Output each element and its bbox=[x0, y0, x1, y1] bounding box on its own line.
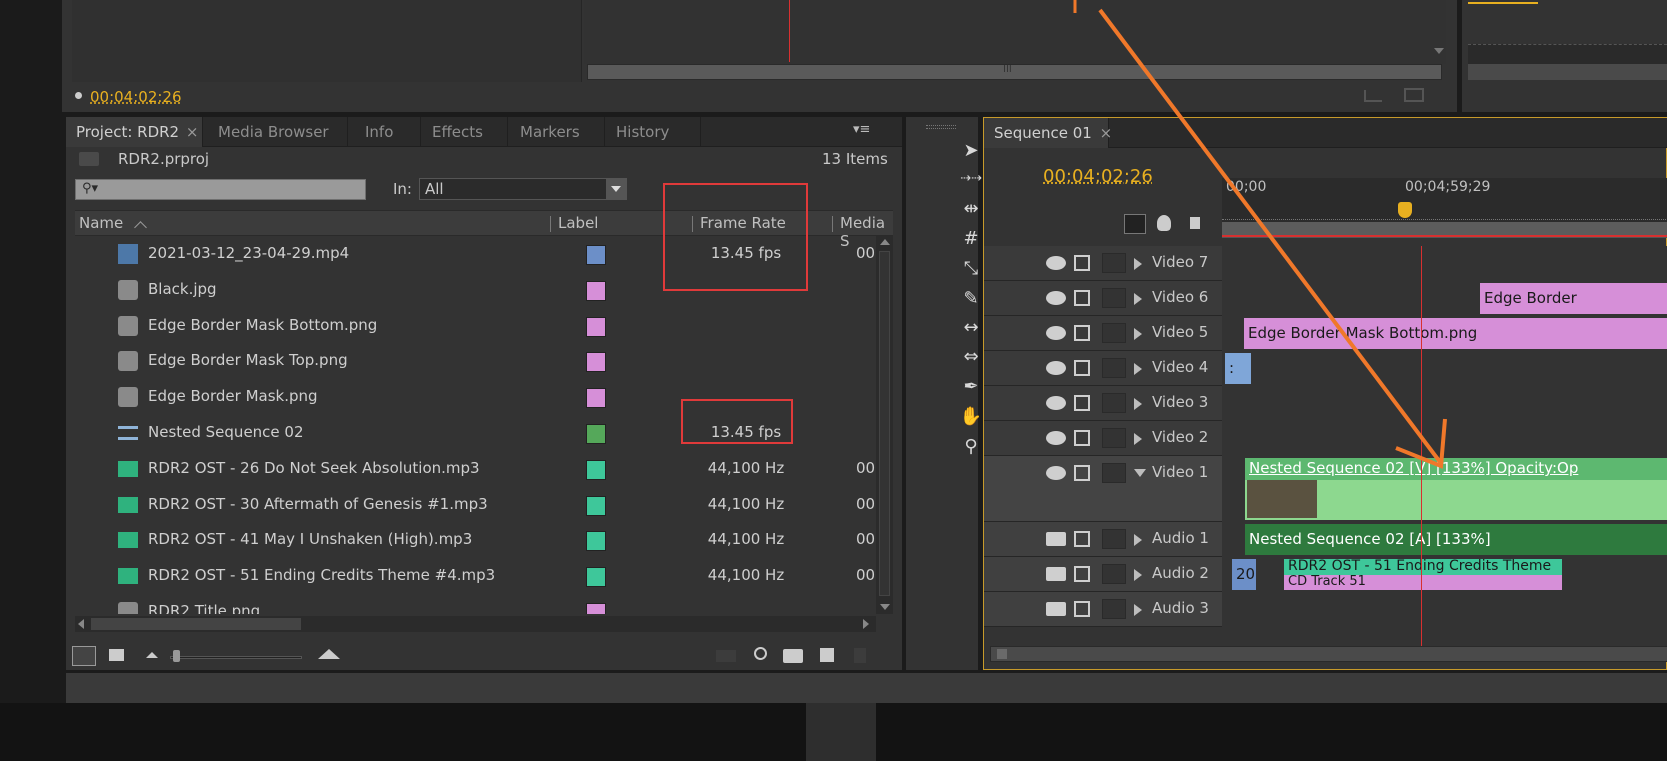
taskbar bbox=[0, 703, 1667, 761]
annotation-arrow bbox=[0, 0, 1667, 761]
status-strip bbox=[66, 673, 1667, 703]
arrow-shaft bbox=[1100, 10, 1440, 462]
taskbar-app-icon[interactable] bbox=[806, 703, 876, 761]
